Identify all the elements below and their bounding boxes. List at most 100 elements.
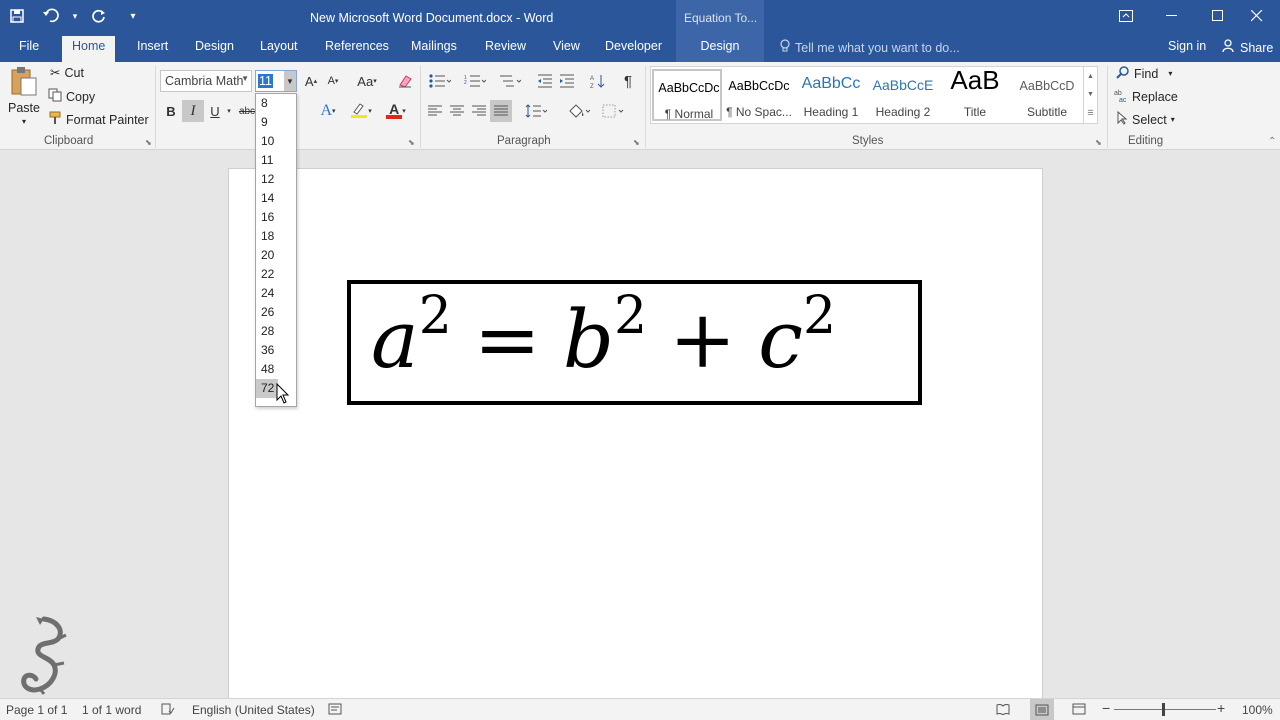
equation-box[interactable]: a2 = b2 + c2 <box>347 280 922 405</box>
font-color-button[interactable]: A ▾ <box>380 100 412 122</box>
font-size-option[interactable]: 9 <box>256 113 296 132</box>
show-formatting-marks-icon[interactable]: ¶ <box>617 70 639 92</box>
change-case-button[interactable]: Aa ▾ <box>352 70 382 92</box>
font-size-option[interactable]: 24 <box>256 284 296 303</box>
page-count[interactable]: Page 1 of 1 <box>6 703 67 717</box>
scroll-down-icon[interactable]: ▼ <box>1087 91 1094 98</box>
shading-icon[interactable] <box>564 100 594 122</box>
style-title[interactable]: AaB Title <box>940 65 1010 121</box>
tab-review[interactable]: Review <box>475 36 536 62</box>
zoom-level[interactable]: 100% <box>1242 703 1273 717</box>
paste-dropdown-icon[interactable]: ▾ <box>22 117 26 126</box>
undo-dropdown-icon[interactable]: ▾ <box>68 0 82 32</box>
clear-formatting-icon[interactable] <box>394 70 416 92</box>
tab-design[interactable]: Design <box>185 36 244 62</box>
font-size-option[interactable]: 26 <box>256 303 296 322</box>
grow-font-icon[interactable]: A ▴ <box>300 70 322 92</box>
collapse-ribbon-icon[interactable]: ⌃ <box>1268 136 1276 147</box>
share-button[interactable]: Share <box>1222 39 1273 56</box>
more-styles-icon[interactable]: ☰ <box>1087 109 1093 117</box>
line-spacing-icon[interactable] <box>520 100 552 122</box>
align-center-icon[interactable] <box>446 100 468 122</box>
zoom-out-button[interactable]: − <box>1102 700 1110 716</box>
style-subtitle[interactable]: AaBbCcD Subtitle <box>1012 69 1082 121</box>
style-heading-1[interactable]: AaBbCc Heading 1 <box>796 69 866 121</box>
font-size-option[interactable]: 36 <box>256 341 296 360</box>
font-size-option[interactable]: 48 <box>256 360 296 379</box>
zoom-slider-track[interactable] <box>1114 709 1216 710</box>
decrease-indent-icon[interactable] <box>534 70 556 92</box>
align-right-icon[interactable] <box>468 100 490 122</box>
sign-in-link[interactable]: Sign in <box>1168 39 1206 53</box>
font-size-option[interactable]: 10 <box>256 132 296 151</box>
text-effects-button[interactable]: A ▾ <box>314 100 342 122</box>
font-size-option[interactable]: 8 <box>256 94 296 113</box>
font-size-option[interactable]: 20 <box>256 246 296 265</box>
zoom-in-button[interactable]: + <box>1217 700 1225 716</box>
format-painter-button[interactable]: Format Painter <box>48 111 149 128</box>
tab-layout[interactable]: Layout <box>250 36 308 62</box>
font-size-option[interactable]: 16 <box>256 208 296 227</box>
font-family-combo[interactable]: Cambria Math ▼ <box>160 70 252 92</box>
underline-dropdown-icon[interactable]: ▾ <box>224 100 234 122</box>
font-size-option[interactable]: 11 <box>256 151 296 170</box>
font-size-option[interactable]: 12 <box>256 170 296 189</box>
language-indicator[interactable]: English (United States) <box>192 703 315 717</box>
clipboard-launcher-icon[interactable]: ⬊ <box>145 138 152 147</box>
increase-indent-icon[interactable] <box>556 70 578 92</box>
numbering-icon[interactable]: 12 <box>459 70 491 92</box>
tab-equation-design[interactable]: Design <box>676 36 764 62</box>
multilevel-list-icon[interactable] <box>494 70 526 92</box>
sort-icon[interactable]: AZ <box>587 70 609 92</box>
font-size-option-hovered[interactable]: 72 <box>256 379 278 398</box>
font-size-dropdown-icon[interactable]: ▼ <box>284 71 296 91</box>
italic-button[interactable]: I <box>182 100 204 122</box>
paragraph-launcher-icon[interactable]: ⬊ <box>633 138 640 147</box>
tab-view[interactable]: View <box>543 36 590 62</box>
find-dropdown-icon[interactable]: ▾ <box>1168 69 1172 78</box>
find-button[interactable]: Find ▾ <box>1116 65 1172 82</box>
ribbon-display-icon[interactable] <box>1103 0 1149 32</box>
tab-file[interactable]: File <box>9 36 49 62</box>
print-layout-icon[interactable] <box>1030 699 1054 720</box>
justify-icon[interactable] <box>490 100 512 122</box>
proofing-icon[interactable] <box>161 703 175 718</box>
save-icon[interactable] <box>0 0 34 32</box>
copy-button[interactable]: Copy <box>48 88 95 105</box>
font-size-combo[interactable]: 11 ▼ <box>255 70 297 92</box>
web-layout-icon[interactable] <box>1072 703 1086 718</box>
highlight-button[interactable]: ▾ <box>346 100 376 122</box>
macro-recording-icon[interactable] <box>328 703 342 718</box>
font-size-option[interactable]: 28 <box>256 322 296 341</box>
tab-home[interactable]: Home <box>62 36 116 62</box>
styles-gallery-scroll[interactable]: ▲ ▼ ☰ <box>1083 67 1097 123</box>
tab-mailings[interactable]: Mailings <box>401 36 467 62</box>
close-icon[interactable] <box>1234 0 1280 32</box>
font-size-option[interactable]: 14 <box>256 189 296 208</box>
document-page[interactable] <box>228 168 1043 708</box>
minimize-icon[interactable] <box>1149 0 1195 32</box>
borders-icon[interactable] <box>598 100 628 122</box>
customize-qat-icon[interactable]: ▾ <box>116 0 150 32</box>
tab-insert[interactable]: Insert <box>127 36 178 62</box>
style-normal[interactable]: AaBbCcDc ¶ Normal <box>652 69 722 121</box>
bold-button[interactable]: B <box>160 100 182 122</box>
word-count[interactable]: 1 of 1 word <box>82 703 141 717</box>
redo-icon[interactable] <box>82 0 116 32</box>
read-mode-icon[interactable] <box>996 703 1010 718</box>
font-launcher-icon[interactable]: ⬊ <box>408 138 415 147</box>
styles-launcher-icon[interactable]: ⬊ <box>1095 138 1102 147</box>
undo-icon[interactable] <box>34 0 68 32</box>
cut-button[interactable]: ✂ Cut <box>50 65 84 81</box>
font-size-option[interactable]: 18 <box>256 227 296 246</box>
select-button[interactable]: Select ▾ <box>1116 110 1175 128</box>
zoom-slider-thumb[interactable] <box>1162 703 1165 716</box>
paste-button[interactable]: Paste ▾ <box>8 66 40 126</box>
style-no-spacing[interactable]: AaBbCcDc ¶ No Spac... <box>724 69 794 121</box>
shrink-font-icon[interactable]: A ▾ <box>322 70 344 92</box>
strikethrough-button[interactable]: abc <box>238 100 256 122</box>
tab-developer[interactable]: Developer <box>595 36 672 62</box>
scroll-up-icon[interactable]: ▲ <box>1087 73 1094 80</box>
underline-button[interactable]: U <box>204 100 226 122</box>
font-size-option[interactable]: 22 <box>256 265 296 284</box>
